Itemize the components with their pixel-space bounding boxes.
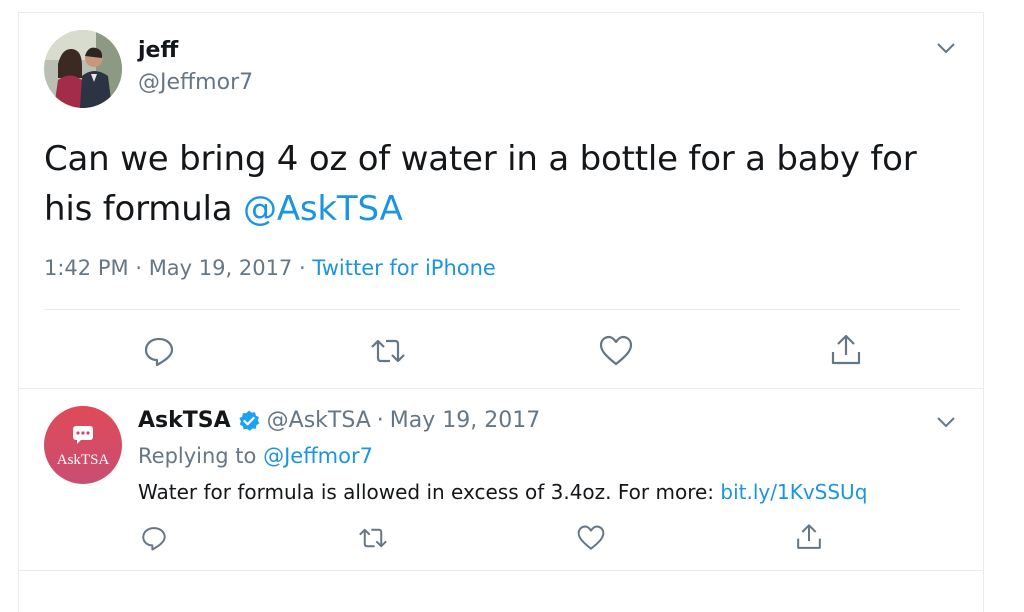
retweet-icon[interactable] [368,334,408,368]
tweet-date[interactable]: May 19, 2017 [149,256,293,280]
divider [18,388,984,389]
divider [18,570,984,571]
reply-link[interactable]: bit.ly/1KvSSUq [720,480,867,504]
tweet-text: Can we bring 4 oz of water in a bottle f… [44,134,964,234]
like-icon[interactable] [598,334,634,368]
meta-separator: · [376,408,384,433]
divider [44,309,960,310]
tweet-body: Can we bring 4 oz of water in a bottle f… [44,139,917,229]
svg-text:AskTSA: AskTSA [57,452,110,468]
reply-icon[interactable] [140,524,168,552]
tweet-source[interactable]: Twitter for iPhone [312,256,496,280]
reply-text: Water for formula is allowed in excess o… [138,480,867,504]
verified-badge-icon [239,410,259,431]
reply-header: AskTSA @AskTSA · May 19, 2017 [138,408,540,433]
replying-handle-link[interactable]: @Jeffmor7 [263,444,373,468]
chevron-down-icon[interactable] [934,412,958,432]
mention-link[interactable]: @AskTSA [243,189,403,229]
user-handle[interactable]: @AskTSA [267,408,371,433]
meta-separator: · [298,256,306,280]
chevron-down-icon[interactable] [934,38,958,58]
profile-photo [44,30,122,108]
reply-body: Water for formula is allowed in excess o… [138,480,715,504]
retweet-icon[interactable] [356,524,390,552]
replying-prefix: Replying to [138,444,257,468]
meta-separator: · [135,256,142,280]
tweet-date[interactable]: May 19, 2017 [390,408,540,433]
timeline-frame [18,12,984,612]
asktsa-logo: AskTSA [44,406,122,484]
tweet-meta: 1:42 PM · May 19, 2017 · Twitter for iPh… [44,256,496,280]
share-icon[interactable] [794,522,824,552]
avatar[interactable] [44,30,122,108]
avatar[interactable]: AskTSA [44,406,122,484]
share-icon[interactable] [828,332,864,368]
tweet-time[interactable]: 1:42 PM [44,256,129,280]
user-handle[interactable]: @Jeffmor7 [138,70,253,95]
like-icon[interactable] [576,524,606,552]
replying-to: Replying to @Jeffmor7 [138,444,373,468]
display-name[interactable]: AskTSA [138,408,231,433]
display-name[interactable]: jeff [138,38,178,63]
reply-icon[interactable] [142,334,176,368]
